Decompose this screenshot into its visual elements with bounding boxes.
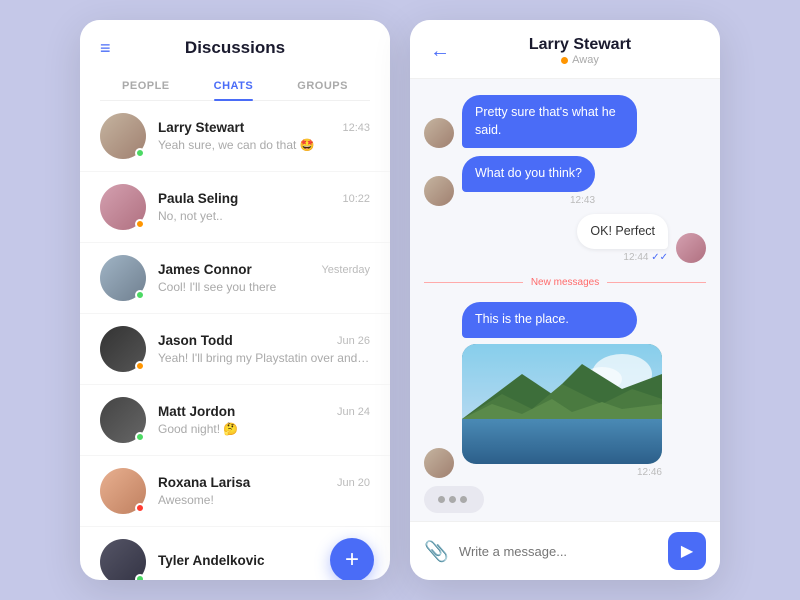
away-status-dot (561, 57, 568, 64)
chat-list: Larry Stewart 12:43 Yeah sure, we can do… (80, 101, 390, 580)
status-dot (135, 361, 145, 371)
tabs-bar: PEOPLE CHATS GROUPS (100, 72, 370, 101)
chat-name: Tyler Andelkovic (158, 553, 265, 568)
status-dot (135, 219, 145, 229)
message-time: 12:44 ✓✓ (623, 252, 668, 263)
avatar (100, 539, 146, 580)
chat-name: Larry Stewart (158, 120, 244, 135)
chat-time: Jun 20 (337, 477, 370, 489)
fab-button[interactable]: + (330, 538, 374, 580)
contact-info: Larry Stewart Away (460, 36, 700, 66)
send-icon: ▶ (681, 541, 693, 561)
left-panel-title: Discussions (185, 38, 285, 58)
chat-preview: Yeah! I'll bring my Playstatin over and … (158, 351, 370, 365)
list-item[interactable]: James Connor Yesterday Cool! I'll see yo… (80, 243, 390, 314)
chat-name: James Connor (158, 262, 252, 277)
chat-preview: Awesome! (158, 493, 370, 507)
chat-name: Paula Seling (158, 191, 238, 206)
status-dot (135, 432, 145, 442)
back-button[interactable]: ← (430, 40, 450, 63)
attach-icon[interactable]: 📎 (424, 539, 449, 564)
chat-preview: Good night! 🤔 (158, 422, 370, 436)
send-button[interactable]: ▶ (668, 532, 706, 570)
message-image (462, 344, 662, 464)
tab-chats[interactable]: CHATS (214, 72, 254, 100)
chat-time: 10:22 (342, 193, 370, 205)
message-bubble: Pretty sure that's what he said. (462, 95, 637, 148)
avatar (100, 113, 146, 159)
avatar (100, 326, 146, 372)
status-dot (135, 503, 145, 513)
typing-indicator-row (424, 486, 706, 513)
avatar (100, 397, 146, 443)
list-item[interactable]: Jason Todd Jun 26 Yeah! I'll bring my Pl… (80, 314, 390, 385)
message-time: 12:43 (462, 195, 595, 206)
tab-people[interactable]: PEOPLE (122, 72, 170, 100)
message-time: 12:46 (462, 467, 662, 478)
chat-list-panel: ≡ Discussions PEOPLE CHATS GROUPS (80, 20, 390, 580)
list-item[interactable]: Paula Seling 10:22 No, not yet.. (80, 172, 390, 243)
chat-list-wrapper: Larry Stewart 12:43 Yeah sure, we can do… (80, 101, 390, 580)
message-input-area: 📎 ▶ (410, 521, 720, 580)
chat-time: Jun 24 (337, 406, 370, 418)
message-bubble: OK! Perfect (577, 214, 668, 250)
chat-time: 12:43 (342, 122, 370, 134)
avatar (100, 255, 146, 301)
list-item[interactable]: Matt Jordon Jun 24 Good night! 🤔 (80, 385, 390, 456)
avatar (424, 448, 454, 478)
chat-name: Jason Todd (158, 333, 233, 348)
message-row: This is the place. (424, 302, 706, 478)
status-dot (135, 148, 145, 158)
chat-preview: Yeah sure, we can do that 🤩 (158, 138, 370, 152)
avatar (676, 233, 706, 263)
list-item[interactable]: Larry Stewart 12:43 Yeah sure, we can do… (80, 101, 390, 172)
chat-panel: ← Larry Stewart Away Pretty sure that's … (410, 20, 720, 580)
contact-name: Larry Stewart (460, 36, 700, 54)
avatar (100, 184, 146, 230)
list-item[interactable]: Roxana Larisa Jun 20 Awesome! (80, 456, 390, 527)
message-row: OK! Perfect 12:44 ✓✓ (424, 214, 706, 264)
divider-label: New messages (531, 277, 599, 288)
chat-name: Matt Jordon (158, 404, 235, 419)
chat-name: Roxana Larisa (158, 475, 250, 490)
menu-icon[interactable]: ≡ (100, 38, 111, 59)
tab-groups[interactable]: GROUPS (297, 72, 348, 100)
chat-preview: No, not yet.. (158, 209, 370, 223)
status-dot (135, 290, 145, 300)
right-header: ← Larry Stewart Away (410, 20, 720, 79)
contact-status: Away (460, 54, 700, 66)
status-dot (135, 574, 145, 580)
avatar (424, 118, 454, 148)
chat-preview: Cool! I'll see you there (158, 280, 370, 294)
chat-time: Yesterday (321, 264, 370, 276)
message-row: What do you think? 12:43 (424, 156, 706, 206)
avatar (100, 468, 146, 514)
message-bubble: This is the place. (462, 302, 637, 338)
message-bubble: What do you think? (462, 156, 595, 192)
typing-indicator (424, 486, 484, 513)
chat-time: Jun 26 (337, 335, 370, 347)
message-input[interactable] (459, 544, 658, 559)
new-messages-divider: New messages (424, 277, 706, 288)
left-header: ≡ Discussions PEOPLE CHATS GROUPS (80, 20, 390, 101)
messages-list: Pretty sure that's what he said. What do… (410, 79, 720, 521)
message-row: Pretty sure that's what he said. (424, 95, 706, 148)
avatar (424, 176, 454, 206)
